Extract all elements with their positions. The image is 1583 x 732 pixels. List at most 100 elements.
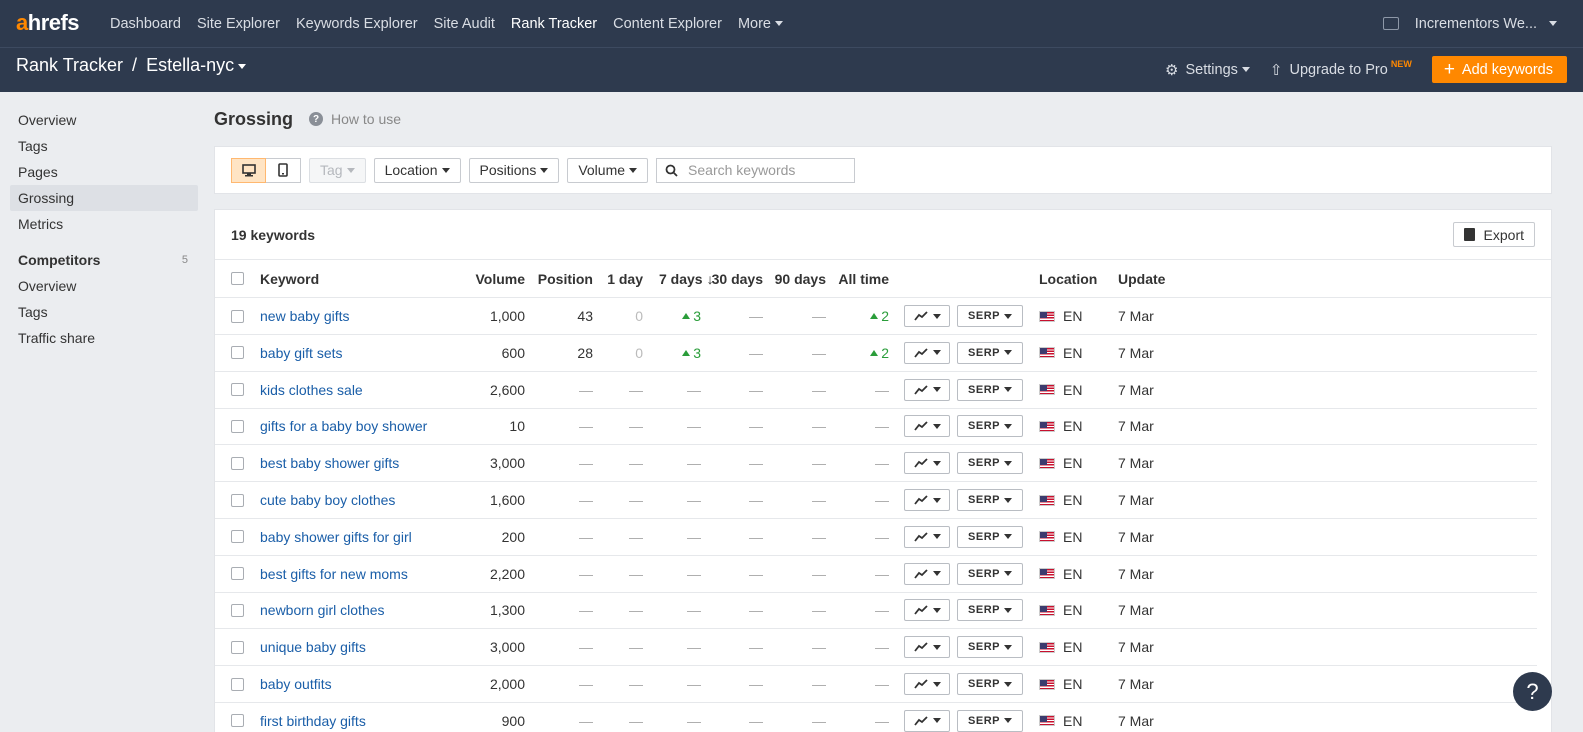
chevron-down-icon [1003,387,1012,393]
nav-site-explorer[interactable]: Site Explorer [197,16,280,32]
change-90-days: — [812,492,826,508]
ahrefs-logo[interactable]: ahrefs [16,10,80,36]
keyword-link[interactable]: newborn girl clothes [260,602,385,618]
keyword-link[interactable]: best baby shower gifts [260,455,399,471]
nav-content-explorer[interactable]: Content Explorer [613,16,722,32]
keyword-link[interactable]: new baby gifts [260,308,350,324]
serp-button[interactable]: SERP [957,562,1023,585]
col-location[interactable]: Location [1039,260,1097,297]
serp-button[interactable]: SERP [957,673,1023,695]
positions-filter[interactable]: Positions [468,157,560,183]
row-checkbox[interactable] [231,309,244,323]
nav-rank-tracker[interactable]: Rank Tracker [511,16,597,32]
keyword-link[interactable]: cute baby boy clothes [260,492,395,508]
row-checkbox[interactable] [231,603,244,617]
search-input[interactable] [688,162,849,178]
col-90-days[interactable]: 90 days [771,260,826,297]
tag-filter[interactable]: Tag [309,157,366,183]
history-chart-button[interactable] [904,341,950,364]
row-checkbox[interactable] [231,677,244,691]
volume-filter[interactable]: Volume [567,157,649,183]
sidebar-item-pages[interactable]: Pages [10,159,198,185]
serp-button[interactable]: SERP [957,378,1023,401]
keyword-link[interactable]: baby outfits [260,676,332,692]
serp-button[interactable]: SERP [957,452,1023,475]
help-button[interactable]: ? [1513,672,1552,711]
sidebar-item-competitors-overview[interactable]: Overview [10,273,198,299]
row-checkbox[interactable] [231,714,244,728]
change-30-days: — [749,381,763,398]
add-keywords-button[interactable]: + Add keywords [1431,56,1567,83]
account-menu[interactable]: Incrementors We... [1382,0,1557,47]
serp-button[interactable]: SERP [957,709,1023,732]
serp-button[interactable]: SERP [957,305,1023,327]
history-chart-button[interactable] [904,599,950,622]
trend-chart-icon [913,605,928,615]
keyword-link[interactable]: best gifts for new moms [260,566,408,582]
desktop-toggle[interactable] [231,157,266,183]
nav-keywords-explorer[interactable]: Keywords Explorer [296,16,418,32]
col-all-time[interactable]: All time [835,260,889,297]
sidebar-item-metrics[interactable]: Metrics [10,211,198,237]
col-7-days[interactable]: 7 days ↓ [659,260,714,297]
keyword-link[interactable]: baby shower gifts for girl [260,529,412,545]
serp-button[interactable]: SERP [957,599,1023,622]
history-chart-button[interactable] [904,489,950,511]
history-chart-button[interactable] [904,636,950,659]
history-chart-button[interactable] [904,562,950,585]
col-30-days[interactable]: 30 days [709,260,763,297]
sidebar-item-overview[interactable]: Overview [10,107,198,133]
row-checkbox[interactable] [231,493,244,507]
keyword-link[interactable]: unique baby gifts [260,639,366,655]
select-all-checkbox[interactable] [231,272,244,285]
serp-button[interactable]: SERP [957,489,1023,511]
how-to-use-link[interactable]: ? How to use [309,111,401,127]
row-checkbox[interactable] [231,346,244,360]
export-button[interactable]: Export [1452,222,1535,247]
row-checkbox[interactable] [231,419,244,433]
serp-button[interactable]: SERP [957,525,1023,548]
trend-chart-icon [913,679,928,689]
col-volume[interactable]: Volume [465,260,525,297]
location-cell: EN [1039,445,1082,481]
serp-button[interactable]: SERP [957,415,1023,438]
serp-button[interactable]: SERP [957,636,1023,659]
settings-menu[interactable]: ⚙ Settings [1165,61,1250,79]
upgrade-link[interactable]: ⇧ Upgrade to Pro NEW [1270,59,1412,79]
history-chart-button[interactable] [904,452,950,475]
history-chart-button[interactable] [904,525,950,548]
breadcrumb-product[interactable]: Rank Tracker [16,55,123,76]
nav-more-menu[interactable]: More [738,16,783,32]
history-chart-button[interactable] [904,673,950,695]
nav-dashboard[interactable]: Dashboard [110,16,181,32]
mobile-icon [278,163,288,177]
row-checkbox[interactable] [231,530,244,544]
project-selector[interactable]: Estella-nyc [146,55,247,76]
keyword-link[interactable]: gifts for a baby boy shower [260,418,427,434]
row-checkbox[interactable] [231,383,244,397]
location-filter[interactable]: Location [373,157,461,183]
keyword-link[interactable]: first birthday gifts [260,713,366,729]
row-checkbox[interactable] [231,640,244,654]
serp-button[interactable]: SERP [957,341,1023,364]
row-checkbox[interactable] [231,456,244,470]
row-checkbox[interactable] [231,567,244,581]
mobile-toggle[interactable] [266,157,301,183]
col-update[interactable]: Update [1118,260,1165,297]
keyword-link[interactable]: kids clothes sale [260,382,363,398]
keyword-link[interactable]: baby gift sets [260,345,343,361]
col-position[interactable]: Position [533,260,593,297]
sidebar-item-competitors-tags[interactable]: Tags [10,299,198,325]
update-date: 7 Mar [1118,602,1154,619]
sidebar-item-traffic-share[interactable]: Traffic share [10,325,198,351]
col-keyword[interactable]: Keyword [260,260,319,297]
sidebar-item-grossing[interactable]: Grossing [10,185,198,211]
history-chart-button[interactable] [904,378,950,401]
change-1-day: — [629,639,643,656]
sidebar-item-tags[interactable]: Tags [10,133,198,159]
nav-site-audit[interactable]: Site Audit [434,16,495,32]
history-chart-button[interactable] [904,305,950,327]
history-chart-button[interactable] [904,415,950,438]
history-chart-button[interactable] [904,709,950,732]
col-1-day[interactable]: 1 day [600,260,643,297]
